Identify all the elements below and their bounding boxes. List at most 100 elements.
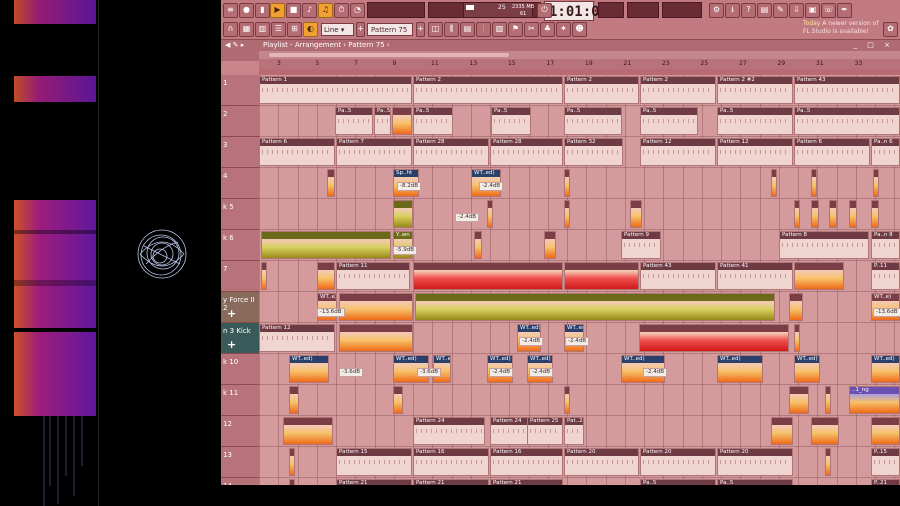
playlist-clip[interactable]: Pattern 28 — [490, 138, 563, 166]
track-header[interactable]: 12 — [221, 416, 259, 447]
playlist-clip[interactable] — [829, 200, 837, 228]
playlist-clip[interactable]: Pattern 25 — [527, 417, 563, 445]
brush-icon[interactable]: ✒ — [837, 3, 852, 18]
tool-icon-3[interactable]: ▤ — [460, 22, 475, 37]
snap-magnet-icon[interactable]: ∩ — [223, 22, 238, 37]
playlist-clip[interactable]: Pattern 43 — [640, 262, 716, 290]
track-header[interactable]: k 11 — [221, 385, 259, 416]
add-pattern-plus-icon[interactable]: + — [416, 22, 425, 37]
piano-roll-icon[interactable]: ▥ — [255, 22, 270, 37]
playlist-clip[interactable]: Pattern 43 — [794, 76, 900, 104]
playlist-clip[interactable]: WT..ed) — [794, 355, 820, 383]
news-panel[interactable]: Today A newer version of FL Studio is av… — [803, 20, 881, 38]
browser-icon[interactable]: ◐ — [303, 22, 318, 37]
playlist-clip[interactable] — [261, 262, 267, 290]
tool-icon-4[interactable]: ⫶ — [476, 22, 491, 37]
pattern-selector[interactable]: Pattern 75 — [367, 23, 413, 36]
playlist-clip[interactable] — [771, 417, 793, 445]
playlist-clip[interactable]: Pattern 16 — [490, 448, 563, 476]
tool-icon-7[interactable]: ✂ — [524, 22, 539, 37]
playlist-clip[interactable]: WT..ed) — [717, 355, 763, 383]
scrollbar-thumb[interactable] — [269, 53, 509, 57]
playlist-clip[interactable]: Pa..5 — [564, 107, 622, 135]
window-controls[interactable]: _ □ × — [854, 40, 894, 51]
playlist-clip[interactable] — [261, 231, 391, 259]
playlist-clip[interactable]: Pattern 2 — [413, 76, 563, 104]
playlist-clip[interactable] — [789, 293, 803, 321]
play-icon[interactable]: ▶ — [270, 3, 285, 18]
playlist-clip[interactable]: Pattern 1 — [259, 76, 412, 104]
track-header[interactable]: k 10 — [221, 354, 259, 385]
playlist-clip[interactable]: P..11 — [871, 262, 900, 290]
playlist-clip[interactable]: Pa..5 — [374, 107, 391, 135]
playlist-clip[interactable] — [811, 417, 839, 445]
playlist-clip[interactable]: Pa..5 — [794, 107, 900, 135]
playlist-clip[interactable]: Pattern 6 — [259, 138, 335, 166]
playlist-clip[interactable] — [871, 200, 879, 228]
track-add-icon[interactable]: + — [227, 307, 236, 320]
cpu-icon[interactable]: ⏻ — [537, 3, 552, 18]
track-header[interactable]: k 6 — [221, 230, 259, 261]
playlist-clip[interactable]: Pat..24 — [564, 417, 584, 445]
tool-icon-6[interactable]: ⚑ — [508, 22, 523, 37]
stop-icon[interactable]: ■ — [286, 3, 301, 18]
playlist-clip[interactable] — [564, 386, 570, 414]
playlist-clip[interactable]: Pattern 24 — [413, 417, 485, 445]
playlist-clip[interactable]: Pattern 11 — [336, 262, 410, 290]
download-icon[interactable]: ⭳ — [725, 3, 740, 18]
playlist-clip[interactable]: Pattern 32 — [564, 138, 623, 166]
track-header[interactable]: 13 — [221, 447, 259, 478]
playlist-clip[interactable] — [630, 200, 642, 228]
online-icon[interactable]: ⚙ — [709, 3, 724, 18]
track-header[interactable]: y Force II 2 + — [221, 292, 259, 323]
playlist-clip[interactable]: Pattern 8 — [779, 231, 869, 259]
playlist-clip[interactable] — [771, 169, 777, 197]
wait-icon[interactable]: ⏱ — [334, 3, 349, 18]
chat-icon[interactable]: ☏ — [821, 3, 836, 18]
playlist-clip[interactable]: Pattern 15 — [336, 448, 412, 476]
track-header[interactable]: n 3 Kick + — [221, 323, 259, 354]
playlist-clip[interactable]: Pattern 2 — [640, 76, 716, 104]
playlist-clip[interactable]: Pattern 2 #2 — [717, 76, 793, 104]
playlist-clip[interactable]: Pattern 6 — [794, 138, 870, 166]
playlist-clip[interactable]: Pattern 28 — [413, 138, 489, 166]
playlist-clip[interactable] — [564, 262, 639, 290]
playlist-grid[interactable]: Pattern 1 Pattern 2 Pattern 2 Pattern 2 Patt… — [259, 75, 900, 485]
track-header[interactable]: 3 — [221, 137, 259, 168]
playlist-clip[interactable] — [825, 386, 831, 414]
playlist-clip[interactable] — [849, 200, 857, 228]
playlist-clip[interactable]: Pa..5 — [717, 107, 793, 135]
news-settings-icon[interactable]: ✿ — [883, 22, 898, 37]
microphone-icon[interactable]: ✎ — [773, 3, 788, 18]
tempo-icon[interactable]: ♪ — [302, 3, 317, 18]
playlist-clip[interactable]: Pattern 20 — [717, 448, 793, 476]
playlist-clip[interactable] — [544, 231, 556, 259]
playlist-clip[interactable]: Pattern 12 — [640, 138, 716, 166]
playlist-clip[interactable]: Pa..5 — [413, 107, 453, 135]
playlist-clip[interactable] — [317, 262, 335, 290]
add-pattern-icon[interactable]: + — [356, 22, 365, 37]
playlist-clip[interactable]: Pa..5 — [491, 107, 531, 135]
playlist-clip[interactable]: Pattern 9 — [621, 231, 661, 259]
playlist-clip[interactable]: Pa..5 — [640, 107, 698, 135]
playlist-clip[interactable] — [339, 293, 413, 321]
playlist-clip[interactable]: WT..ed) — [289, 355, 329, 383]
playlist-clip[interactable] — [289, 448, 295, 476]
playlist-clip[interactable]: Pattern 20 — [640, 448, 716, 476]
playlist-clip[interactable]: Pattern 12 — [717, 138, 793, 166]
playlist-clip[interactable] — [327, 169, 335, 197]
save-icon[interactable]: ▤ — [757, 3, 772, 18]
snap-selector[interactable]: Line ▾ — [321, 23, 354, 36]
playlist-clip[interactable] — [794, 324, 800, 352]
playlist-clip[interactable] — [289, 386, 299, 414]
playlist-clip[interactable] — [487, 200, 493, 228]
horizontal-scrollbar[interactable] — [259, 51, 900, 59]
playlist-clip[interactable]: WT..ed) — [871, 355, 900, 383]
mixer-icon[interactable]: ⊞ — [287, 22, 302, 37]
playlist-clip[interactable] — [564, 169, 570, 197]
playlist-clip[interactable] — [873, 169, 879, 197]
metronome-icon[interactable]: ♫ — [318, 3, 333, 18]
playlist-icon[interactable]: ▦ — [239, 22, 254, 37]
playlist-clip[interactable] — [564, 200, 570, 228]
playlist-clip[interactable] — [339, 324, 413, 352]
